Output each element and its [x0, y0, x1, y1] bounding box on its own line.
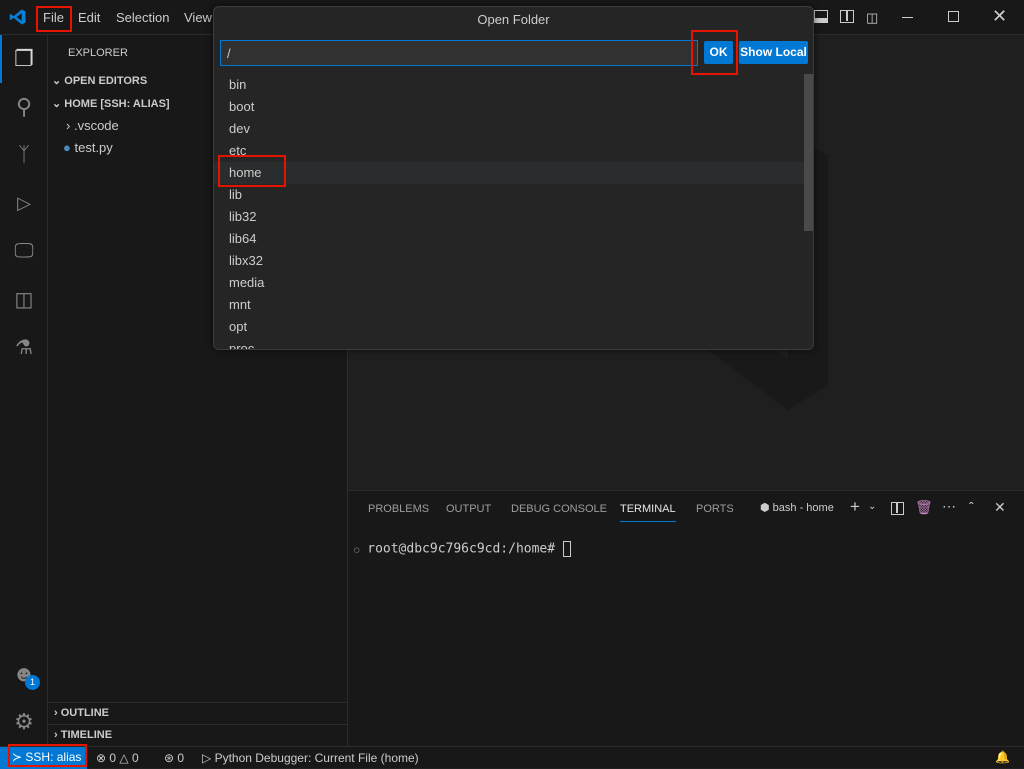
source-control-icon[interactable]: ᛉ [0, 131, 48, 179]
toggle-panel-icon[interactable] [814, 10, 828, 23]
explorer-icon[interactable]: ❐ [0, 35, 48, 83]
ports-status[interactable]: ⊛ 0 [164, 751, 184, 765]
folder-item-etc[interactable]: etc [214, 140, 804, 162]
section-label: HOME [SSH: ALIAS] [64, 98, 170, 110]
section-label: OPEN EDITORS [64, 75, 148, 87]
debug-label: Python Debugger: Current File (home) [214, 751, 419, 765]
notifications-bell-icon[interactable]: 🔔 [995, 750, 1010, 764]
chevron-down-icon[interactable]: ⌄ [868, 501, 876, 512]
status-bar: ≻ SSH: alias ⊗ 0 △ 0 ⊛ 0 ▷ Python Debugg… [0, 746, 1024, 769]
folder-item-lib64[interactable]: lib64 [214, 228, 804, 250]
testing-icon[interactable]: ⚗ [0, 323, 48, 371]
folder-item-lib32[interactable]: lib32 [214, 206, 804, 228]
terminal-icon: ⬢ [760, 502, 770, 514]
file-label: .vscode [73, 118, 119, 133]
dialog-title: Open Folder [477, 12, 550, 27]
menu-view[interactable]: View [184, 0, 212, 35]
tab-debug-console[interactable]: DEBUG CONSOLE [511, 503, 607, 515]
ok-button[interactable]: OK [704, 41, 733, 64]
tab-problems[interactable]: PROBLEMS [368, 503, 429, 515]
problems-status[interactable]: ⊗ 0 △ 0 [96, 751, 139, 765]
section-label: OUTLINE [60, 707, 110, 719]
folder-list: bin boot dev etc home lib lib32 lib64 libx32 medi… [214, 74, 813, 349]
folder-item-boot[interactable]: boot [214, 96, 804, 118]
tab-ports[interactable]: PORTS [696, 503, 734, 515]
folder-item-media[interactable]: media [214, 272, 804, 294]
debug-status[interactable]: ▷ Python Debugger: Current File (home) [202, 751, 419, 765]
terminal-prompt: root@dbc9c796c9cd:/home# [367, 541, 556, 557]
file-label: test.py [74, 140, 113, 155]
section-label: TIMELINE [60, 729, 113, 741]
tab-output[interactable]: OUTPUT [446, 503, 491, 515]
terminal-name: bash - home [772, 502, 834, 514]
folder-item-bin[interactable]: bin [214, 74, 804, 96]
layout-icon[interactable]: ◫ [866, 10, 878, 26]
folder-item-lib[interactable]: lib [214, 184, 804, 206]
terminal-cursor [562, 541, 571, 557]
split-terminal-icon[interactable] [891, 502, 904, 515]
remote-indicator[interactable]: ≻ SSH: alias [0, 747, 87, 769]
run-debug-icon[interactable]: ▷ [0, 179, 48, 227]
show-local-button[interactable]: Show Local [739, 41, 808, 64]
error-count: 0 [109, 751, 117, 765]
file-test-py[interactable]: ● test.py [63, 140, 113, 155]
list-scrollbar[interactable] [804, 74, 813, 231]
warning-count: 0 [131, 751, 139, 765]
more-actions-icon[interactable]: ⋯ [942, 498, 956, 515]
new-terminal-icon[interactable]: + [850, 497, 860, 517]
accounts-badge: 1 [25, 675, 40, 690]
folder-item-opt[interactable]: opt [214, 316, 804, 338]
folder-vscode[interactable]: › .vscode [66, 118, 119, 133]
prompt-circle-icon: ○ [354, 545, 360, 556]
sidebar-title: EXPLORER [68, 47, 128, 59]
menu-selection[interactable]: Selection [116, 0, 169, 35]
close-panel-icon[interactable]: ✕ [994, 499, 1006, 516]
maximize-button[interactable] [948, 11, 959, 22]
close-window-button[interactable]: ✕ [992, 6, 1007, 27]
panel: PROBLEMS OUTPUT DEBUG CONSOLE TERMINAL P… [348, 490, 1024, 746]
menu-file[interactable]: File [43, 0, 64, 35]
folder-section[interactable]: ⌄ HOME [SSH: ALIAS] [52, 97, 170, 110]
folder-item-libx32[interactable]: libx32 [214, 250, 804, 272]
remote-explorer-icon[interactable]: 🖵 [0, 227, 48, 275]
folder-item-proc[interactable]: proc [214, 338, 804, 349]
open-editors-section[interactable]: ⌄ OPEN EDITORS [52, 74, 147, 87]
toggle-sidebar-icon[interactable] [840, 10, 854, 23]
ports-count: 0 [177, 751, 185, 765]
folder-item-home[interactable]: home [214, 162, 804, 184]
python-icon: ● [63, 140, 71, 155]
maximize-panel-icon[interactable]: ˆ [969, 499, 974, 515]
timeline-section[interactable]: › TIMELINE [54, 729, 112, 741]
trash-icon[interactable]: 🗑 [915, 499, 933, 516]
extensions-icon[interactable]: ◫ [0, 275, 48, 323]
open-folder-dialog: Open Folder OK Show Local binbootdevetch… [213, 6, 814, 350]
folder-item-dev[interactable]: dev [214, 118, 804, 140]
outline-section[interactable]: › OUTLINE [54, 707, 109, 719]
folder-path-input[interactable] [220, 40, 698, 66]
terminal-output[interactable]: ○ root@dbc9c796c9cd:/home# [354, 541, 571, 557]
search-icon[interactable]: ⚲ [0, 83, 48, 131]
menu-edit[interactable]: Edit [78, 0, 100, 35]
settings-gear-icon[interactable]: ⚙ [0, 698, 48, 746]
tab-terminal[interactable]: TERMINAL [620, 503, 676, 522]
terminal-selector[interactable]: ⬢ bash - home [760, 501, 834, 514]
activity-bar: ❐ ⚲ ᛉ ▷ 🖵 ◫ ⚗ ☻ 1 ⚙ [0, 35, 48, 746]
accounts-icon[interactable]: ☻ [0, 650, 48, 698]
remote-label: SSH: alias [25, 750, 82, 764]
minimize-button[interactable] [902, 17, 913, 18]
vscode-logo-icon [9, 9, 26, 25]
folder-item-mnt[interactable]: mnt [214, 294, 804, 316]
